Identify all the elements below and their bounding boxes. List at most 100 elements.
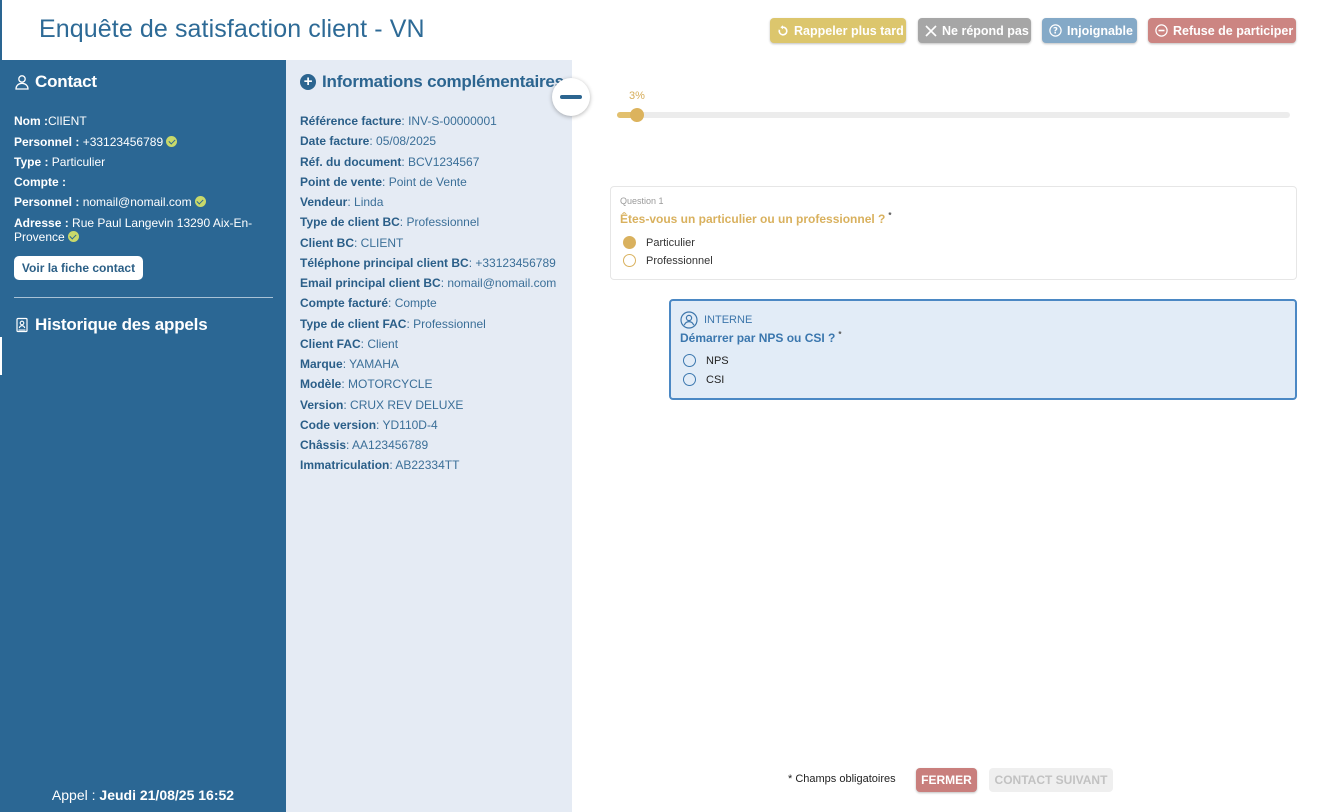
user-icon bbox=[14, 74, 30, 90]
minus-circle-icon bbox=[1155, 24, 1168, 37]
info-item-value: MOTORCYCLE bbox=[348, 377, 433, 392]
info-item-value: AA123456789 bbox=[352, 438, 429, 452]
info-item-value: YD110D-4 bbox=[382, 417, 438, 432]
info-item: Réf. du document: BCV1234567 bbox=[300, 154, 480, 169]
info-item: Type de client FAC: Professionnel bbox=[300, 316, 486, 331]
callback-icon bbox=[777, 24, 789, 37]
contact-phone-value: +33123456789 bbox=[82, 135, 164, 149]
info-item-value: BCV1234567 bbox=[408, 154, 480, 169]
unreachable-button[interactable]: ? Injoignable bbox=[1042, 18, 1137, 43]
no-answer-label: Ne répond pas bbox=[942, 23, 1029, 38]
no-answer-button[interactable]: Ne répond pas bbox=[918, 18, 1031, 43]
contact-account-label: Compte : bbox=[14, 175, 66, 189]
info-item-label: Référence facture bbox=[300, 114, 402, 128]
refuse-button[interactable]: Refuse de participer bbox=[1148, 18, 1296, 43]
radio-unselected[interactable] bbox=[623, 254, 636, 267]
call-label: Appel : bbox=[51, 787, 96, 803]
info-item: Marque: YAMAHA bbox=[300, 357, 399, 371]
info-item-label: Type de client BC bbox=[300, 215, 400, 230]
info-item: Type de client BC: Professionnel bbox=[300, 215, 480, 230]
info-item: Client FAC: Client bbox=[300, 336, 399, 351]
contact-email-label: Personnel : bbox=[14, 195, 80, 209]
info-item-label: Client BC bbox=[300, 235, 354, 250]
call-info: Appel : Jeudi 21/08/25 16:52 bbox=[0, 787, 286, 803]
required-mark: * bbox=[838, 330, 842, 339]
contact-type-label: Type : bbox=[14, 155, 49, 169]
sidebar-divider bbox=[14, 297, 273, 298]
info-item-value: 05/08/2025 bbox=[376, 134, 437, 149]
info-item: Point de vente: Point de Vente bbox=[300, 174, 467, 189]
internal-question-label: Démarrer par NPS ou CSI ? bbox=[680, 331, 836, 345]
agent-icon bbox=[680, 311, 698, 329]
help-icon: ? bbox=[1049, 24, 1062, 37]
option-professionnel[interactable]: Professionnel bbox=[623, 254, 713, 267]
contact-name: Nom :ClIENT bbox=[14, 114, 264, 128]
question-number: Question 1 bbox=[620, 196, 664, 206]
info-item-label: Type de client FAC bbox=[300, 316, 407, 331]
contact-type-value: Particulier bbox=[51, 155, 106, 169]
option-particulier[interactable]: Particulier bbox=[623, 236, 695, 249]
info-item-label: Réf. du document bbox=[300, 154, 402, 169]
contact-email-value: nomail@nomail.com bbox=[82, 195, 192, 209]
info-item-label: Date facture bbox=[300, 134, 370, 149]
info-item-label: Modèle bbox=[300, 377, 342, 392]
required-fields-note: * Champs obligatoires bbox=[788, 773, 896, 785]
view-contact-button[interactable]: Voir la fiche contact bbox=[14, 256, 143, 280]
page-title: Enquête de satisfaction client - VN bbox=[39, 15, 425, 43]
minus-icon bbox=[560, 95, 582, 99]
info-item-value: INV-S-00000001 bbox=[408, 114, 497, 128]
info-item-label: Immatriculation bbox=[300, 458, 390, 473]
radio-unselected[interactable] bbox=[683, 354, 696, 367]
option-csi[interactable]: CSI bbox=[683, 373, 724, 386]
collapse-panel-button[interactable] bbox=[552, 78, 590, 116]
survey-page: Enquête de satisfaction client - VN Rapp… bbox=[0, 0, 1335, 812]
info-item-value: Client bbox=[367, 336, 399, 351]
info-item-value: CLIENT bbox=[360, 235, 404, 250]
info-item-label: Email principal client BC bbox=[300, 276, 441, 290]
unreachable-label: Injoignable bbox=[1067, 23, 1133, 38]
info-item-label: Compte facturé bbox=[300, 296, 389, 311]
info-item-value: Professionnel bbox=[406, 215, 480, 230]
info-item: Immatriculation: AB22334TT bbox=[300, 458, 460, 473]
call-history-text: Historique des appels bbox=[35, 315, 208, 334]
info-item: Code version: YD110D-4 bbox=[300, 417, 438, 432]
option-label: NPS bbox=[706, 354, 729, 367]
progress-percent: 3% bbox=[629, 90, 645, 102]
progress-knob bbox=[630, 108, 644, 122]
question-text-label: Êtes-vous un particulier ou un professio… bbox=[620, 212, 886, 226]
info-item-value: Professionnel bbox=[413, 316, 486, 331]
radio-unselected[interactable] bbox=[683, 373, 696, 386]
info-item-value: Linda bbox=[354, 195, 384, 209]
info-title-text: Informations complémentaires bbox=[322, 72, 564, 91]
info-item-value: nomail@nomail.com bbox=[447, 276, 557, 290]
info-item-value: CRUX REV DELUXE bbox=[350, 397, 464, 412]
info-item: Email principal client BC: nomail@nomail… bbox=[300, 276, 557, 290]
callback-later-button[interactable]: Rappeler plus tard bbox=[770, 18, 906, 43]
contact-email: Personnel : nomail@nomail.com bbox=[14, 195, 264, 209]
contact-address: Adresse : Rue Paul Langevin 13290 Aix-En… bbox=[14, 216, 264, 244]
radio-selected[interactable] bbox=[623, 236, 636, 249]
info-item-label: Point de vente bbox=[300, 174, 383, 189]
info-item: Modèle: MOTORCYCLE bbox=[300, 377, 433, 392]
info-item-label: Vendeur bbox=[300, 195, 348, 209]
info-item-label: Châssis bbox=[300, 438, 347, 452]
contact-account: Compte : bbox=[14, 175, 264, 189]
contact-address-label: Adresse : bbox=[14, 216, 69, 230]
verified-check-icon bbox=[194, 196, 206, 207]
option-label: Professionnel bbox=[646, 254, 713, 267]
contact-sidebar: Contact Nom :ClIENT Personnel : +3312345… bbox=[0, 60, 286, 812]
callback-later-label: Rappeler plus tard bbox=[794, 23, 904, 38]
info-item-value: Compte bbox=[394, 296, 437, 311]
close-button[interactable]: FERMER bbox=[916, 768, 977, 792]
call-history-title[interactable]: Historique des appels bbox=[14, 315, 208, 335]
contact-name-label: Nom : bbox=[14, 114, 48, 128]
contact-phone: Personnel : +33123456789 bbox=[14, 135, 264, 149]
option-nps[interactable]: NPS bbox=[683, 354, 729, 367]
plus-circle-icon: + bbox=[300, 74, 316, 90]
info-item-label: Code version bbox=[300, 417, 377, 432]
next-contact-button[interactable]: CONTACT SUIVANT bbox=[989, 768, 1113, 792]
internal-question-card: INTERNE Démarrer par NPS ou CSI ? * NPS C… bbox=[669, 299, 1297, 400]
contact-name-value: ClIENT bbox=[48, 114, 87, 128]
info-title[interactable]: + Informations complémentaires bbox=[300, 72, 564, 92]
info-item-value: Point de Vente bbox=[388, 174, 467, 189]
